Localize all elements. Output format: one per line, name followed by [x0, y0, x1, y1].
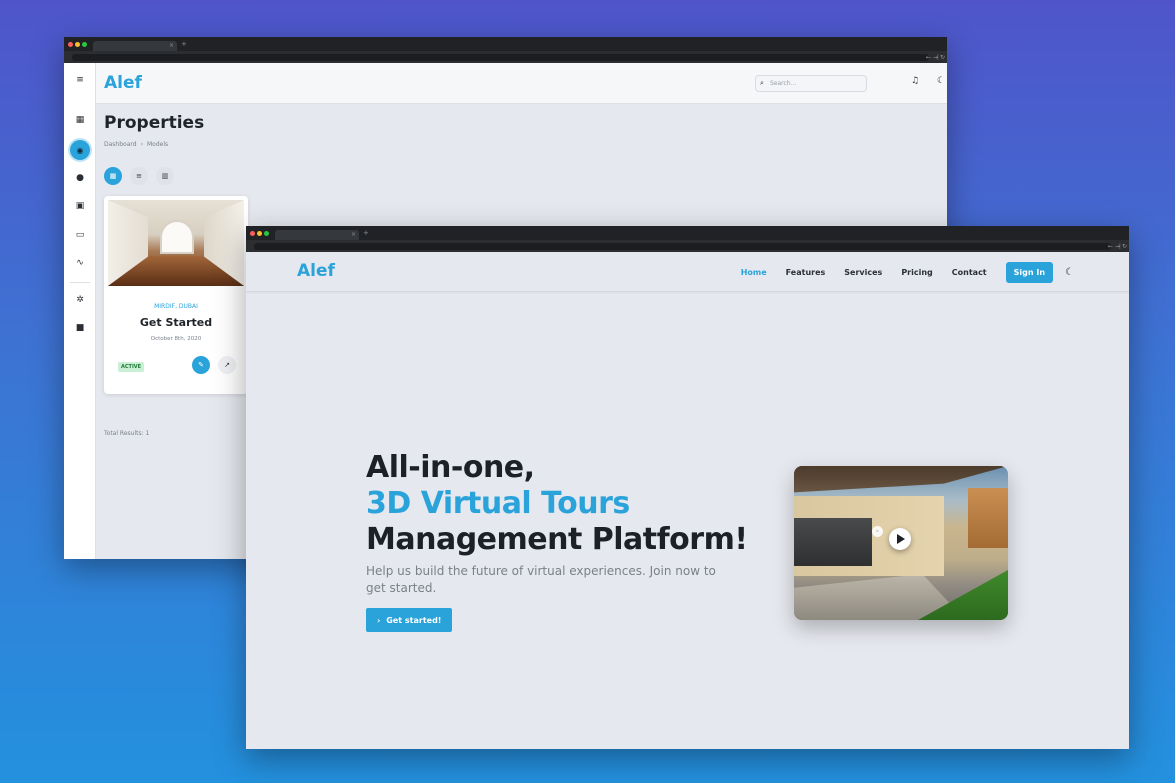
nav-features[interactable]: Features [786, 268, 826, 277]
activity-icon: ∿ [76, 258, 84, 268]
search-placeholder: Search... [770, 80, 797, 87]
landing-page: Alef Home Features Services Pricing Cont… [246, 252, 1129, 749]
hero-video-preview[interactable]: ◦ [794, 466, 1008, 620]
bell-icon[interactable]: ♫ [911, 76, 919, 86]
help-icon: ■ [75, 323, 85, 333]
minimize-window-icon[interactable] [75, 41, 80, 47]
new-tab-icon[interactable]: + [181, 39, 187, 49]
breadcrumb-dashboard[interactable]: Dashboard [104, 141, 137, 148]
back-icon[interactable]: ← [926, 54, 931, 61]
total-results: Total Results: 1 [104, 430, 150, 437]
map-view-button[interactable]: ▥ [156, 167, 174, 185]
view-toggle: ▦ ≡ ▥ [104, 167, 174, 185]
property-thumbnail[interactable] [108, 200, 244, 286]
grid-view-button[interactable]: ▦ [104, 167, 122, 185]
sidebar-item-users[interactable]: ● [64, 173, 96, 183]
minimize-window-icon[interactable] [257, 230, 262, 236]
maximize-window-icon[interactable] [82, 41, 87, 47]
nav-services[interactable]: Services [844, 268, 882, 277]
edit-button[interactable]: ✎ [192, 356, 210, 374]
hero-subtitle: Help us build the future of virtual expe… [366, 564, 716, 595]
brand-logo[interactable]: Alef [104, 73, 142, 93]
browser-chrome: × + ← → ↻ ⋮ [246, 226, 1129, 252]
close-window-icon[interactable] [68, 41, 73, 47]
settings-icon: ✲ [76, 295, 84, 305]
map-icon: ▥ [161, 172, 169, 180]
new-tab-icon[interactable]: + [363, 228, 369, 238]
nav-home[interactable]: Home [741, 268, 767, 277]
sidebar-item-settings[interactable]: ✲ [64, 295, 96, 305]
storage-icon: ▣ [75, 201, 85, 211]
chevron-right-icon: › [377, 615, 381, 625]
play-button[interactable] [889, 528, 911, 550]
nav-contact[interactable]: Contact [952, 268, 987, 277]
get-started-label: Get started! [386, 615, 442, 625]
address-bar[interactable] [254, 242, 1111, 250]
status-badge: ACTIVE [118, 362, 145, 372]
property-date: October 8th, 2020 [150, 336, 202, 342]
property-name: Get Started [139, 316, 213, 329]
models-icon: ◉ [70, 140, 90, 160]
sidebar-item-calendar[interactable]: ▭ [64, 230, 96, 240]
back-icon[interactable]: ← [1108, 243, 1113, 250]
breadcrumb-models: Models [146, 141, 169, 148]
hero-title-line2: 3D Virtual Tours [366, 486, 630, 521]
property-card[interactable]: MIRDIF, DUBAI Get Started October 8th, 2… [104, 196, 248, 394]
sign-in-button[interactable]: Sign In [1005, 261, 1054, 283]
sidebar: ≡ ▦ ◉ ● ▣ ▭ ∿ ✲ ■ [64, 63, 96, 559]
brand-logo[interactable]: Alef [297, 261, 335, 281]
tour-hotspot-icon[interactable]: ◦ [872, 526, 883, 537]
landing-header: Alef Home Features Services Pricing Cont… [246, 252, 1129, 292]
page-title: Properties [104, 113, 205, 133]
browser-tab[interactable]: × [275, 230, 359, 240]
dashboard-header: Alef ⌕ Search... ♫ ☾ [96, 63, 947, 104]
close-tab-icon[interactable]: × [169, 41, 174, 51]
main-nav: Home Features Services Pricing Contact S… [741, 252, 1129, 292]
sidebar-item-activity[interactable]: ∿ [64, 258, 96, 268]
hero-title-line1: All-in-one, [366, 450, 535, 485]
breadcrumb: Dashboard › Models [104, 141, 168, 148]
close-tab-icon[interactable]: × [351, 230, 356, 240]
maximize-window-icon[interactable] [264, 230, 269, 236]
chevron-right-icon: › [140, 141, 143, 148]
nav-pricing[interactable]: Pricing [901, 268, 932, 277]
reload-icon[interactable]: ↻ [940, 54, 945, 61]
open-external-button[interactable]: ↗ [218, 356, 236, 374]
forward-icon[interactable]: → [1115, 243, 1120, 250]
sidebar-divider [70, 282, 90, 283]
sidebar-item-dashboard[interactable]: ▦ [64, 115, 96, 125]
edit-icon: ✎ [198, 361, 204, 369]
forward-icon[interactable]: → [933, 54, 938, 61]
reload-icon[interactable]: ↻ [1122, 243, 1127, 250]
dark-mode-icon[interactable]: ☾ [937, 76, 945, 86]
sidebar-item-help[interactable]: ■ [64, 323, 96, 333]
search-input[interactable]: ⌕ Search... [755, 75, 867, 92]
sidebar-item-models[interactable]: ◉ [64, 140, 96, 160]
browser-tab[interactable]: × [93, 41, 177, 51]
users-icon: ● [76, 173, 84, 183]
dark-mode-icon[interactable]: ☾ [1065, 267, 1074, 278]
address-bar[interactable] [72, 53, 929, 61]
close-window-icon[interactable] [250, 230, 255, 236]
dashboard-icon: ▦ [75, 115, 85, 125]
menu-icon[interactable]: ≡ [64, 75, 96, 85]
property-location: MIRDIF, DUBAI [154, 303, 198, 310]
play-icon [897, 534, 905, 544]
browser-chrome: × + ← → ↻ ⋮ [64, 37, 947, 63]
calendar-icon: ▭ [75, 230, 85, 240]
external-link-icon: ↗ [224, 361, 230, 369]
grid-icon: ▦ [109, 172, 117, 180]
sidebar-item-storage[interactable]: ▣ [64, 201, 96, 211]
hero-title-line3: Management Platform! [366, 522, 748, 557]
landing-browser-window: × + ← → ↻ ⋮ Alef Home Features Services Pr… [246, 226, 1129, 749]
get-started-button[interactable]: › Get started! [366, 608, 453, 632]
list-view-button[interactable]: ≡ [130, 167, 148, 185]
search-icon: ⌕ [760, 79, 764, 87]
list-icon: ≡ [136, 172, 142, 180]
